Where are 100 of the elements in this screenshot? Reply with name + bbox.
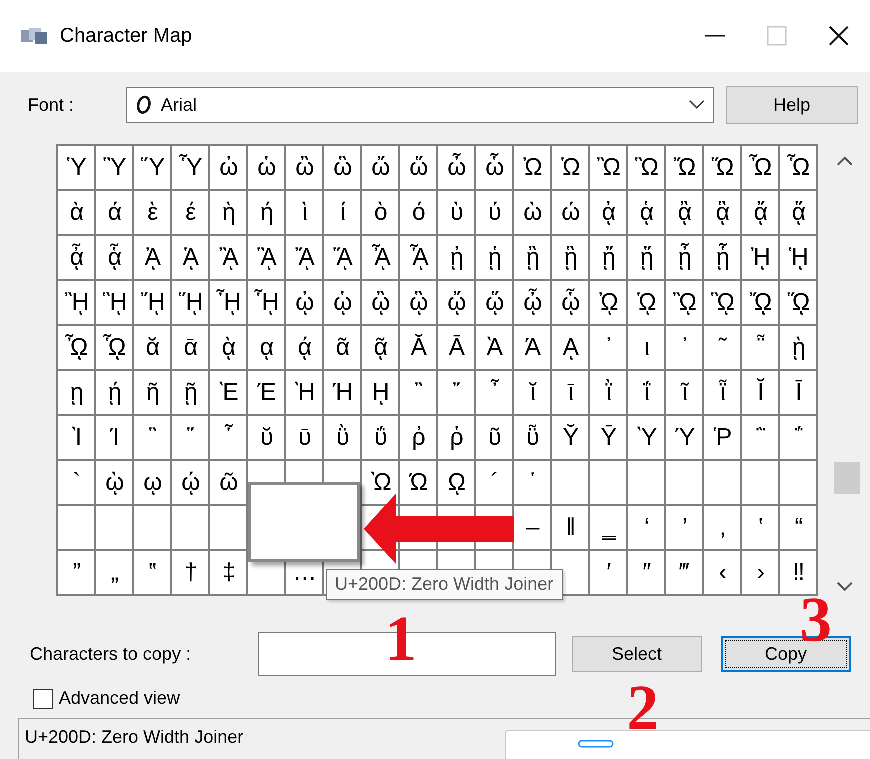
character-cell[interactable]: ᾩ	[628, 281, 666, 326]
character-cell[interactable]: ῆ	[134, 371, 172, 416]
character-cell[interactable]: Ὗ	[172, 146, 210, 191]
character-cell[interactable]: ῢ	[324, 416, 362, 461]
character-cell[interactable]: ῂ	[780, 326, 818, 371]
character-cell[interactable]: Ά	[514, 326, 552, 371]
character-cell[interactable]: Ὤ	[666, 146, 704, 191]
character-cell[interactable]: ”	[58, 551, 96, 596]
character-cell[interactable]: ᾷ	[362, 326, 400, 371]
character-cell[interactable]: Ῡ	[590, 416, 628, 461]
character-cell[interactable]: ῞	[172, 416, 210, 461]
character-cell[interactable]: Ὶ	[58, 416, 96, 461]
character-cell[interactable]: ὡ	[248, 146, 286, 191]
character-cell[interactable]: ‚	[704, 506, 742, 551]
character-cell[interactable]: ᾓ	[552, 236, 590, 281]
character-cell[interactable]: ᾴ	[286, 326, 324, 371]
character-cell[interactable]: ᾑ	[476, 236, 514, 281]
character-cell[interactable]: „	[96, 551, 134, 596]
character-cell[interactable]: ὸ	[362, 191, 400, 236]
character-cell[interactable]: ᾪ	[666, 281, 704, 326]
character-cell[interactable]: ᾢ	[362, 281, 400, 326]
character-cell[interactable]: ›	[742, 551, 780, 596]
character-cell[interactable]: Ῐ	[742, 371, 780, 416]
character-cell[interactable]: Ί	[96, 416, 134, 461]
character-cell[interactable]: ῭	[742, 416, 780, 461]
character-cell[interactable]: ῄ	[96, 371, 134, 416]
character-cell[interactable]: ᾍ	[324, 236, 362, 281]
character-cell[interactable]: ᾊ	[210, 236, 248, 281]
character-cell[interactable]: ῦ	[476, 416, 514, 461]
character-cell[interactable]: ᾁ	[628, 191, 666, 236]
character-cell[interactable]: ῖ	[666, 371, 704, 416]
character-cell[interactable]: ᾘ	[742, 236, 780, 281]
character-cell[interactable]: Έ	[248, 371, 286, 416]
character-cell[interactable]: ᾫ	[704, 281, 742, 326]
character-cell[interactable]: ᾮ	[58, 326, 96, 371]
character-cell[interactable]: ῐ	[514, 371, 552, 416]
character-cell[interactable]: ῼ	[438, 461, 476, 506]
character-cell[interactable]: ᾰ	[134, 326, 172, 371]
character-cell[interactable]: ᾐ	[438, 236, 476, 281]
character-cell[interactable]: ῥ	[438, 416, 476, 461]
character-cell[interactable]: ᾋ	[248, 236, 286, 281]
character-cell[interactable]: ώ	[552, 191, 590, 236]
character-cell[interactable]: Ή	[324, 371, 362, 416]
character-cell[interactable]: ᾇ	[96, 236, 134, 281]
character-cell[interactable]: ῧ	[514, 416, 552, 461]
character-cell[interactable]: Ᾰ	[400, 326, 438, 371]
character-cell[interactable]: Ὑ	[58, 146, 96, 191]
action-button[interactable]: Select	[572, 636, 702, 672]
character-cell[interactable]: ὢ	[286, 146, 324, 191]
character-cell[interactable]: ᾬ	[742, 281, 780, 326]
character-cell[interactable]: ὴ	[210, 191, 248, 236]
character-cell[interactable]: ᾥ	[476, 281, 514, 326]
character-cell[interactable]: ᾶ	[324, 326, 362, 371]
character-cell[interactable]: ᾌ	[286, 236, 324, 281]
character-cell[interactable]: ῳ	[134, 461, 172, 506]
character-cell[interactable]: ῀	[704, 326, 742, 371]
character-cell[interactable]: †	[172, 551, 210, 596]
character-cell[interactable]: Ὴ	[286, 371, 324, 416]
character-cell[interactable]: ᾤ	[438, 281, 476, 326]
character-cell[interactable]: ᾏ	[400, 236, 438, 281]
character-cell[interactable]: Ᾱ	[438, 326, 476, 371]
character-cell[interactable]: ῁	[742, 326, 780, 371]
character-cell[interactable]: ᾼ	[552, 326, 590, 371]
character-cell[interactable]: Ῠ	[552, 416, 590, 461]
character-cell[interactable]: “	[780, 506, 818, 551]
character-cell[interactable]: –	[514, 506, 552, 551]
character-cell[interactable]: ὼ	[514, 191, 552, 236]
character-cell[interactable]: Ὡ	[552, 146, 590, 191]
character-cell[interactable]: ᾙ	[780, 236, 818, 281]
character-cell[interactable]: ᾈ	[134, 236, 172, 281]
character-cell[interactable]: ᾕ	[628, 236, 666, 281]
character-cell[interactable]: ῠ	[248, 416, 286, 461]
character-cell[interactable]: ᾠ	[286, 281, 324, 326]
character-cell[interactable]: ι	[628, 326, 666, 371]
character-cell[interactable]: ΐ	[628, 371, 666, 416]
character-cell[interactable]: ᾅ	[780, 191, 818, 236]
character-cell[interactable]: ᾳ	[248, 326, 286, 371]
character-cell[interactable]: Ὕ	[134, 146, 172, 191]
character-cell[interactable]: ᾽	[590, 326, 628, 371]
character-cell[interactable]: ὠ	[210, 146, 248, 191]
character-cell[interactable]: ᾄ	[742, 191, 780, 236]
character-cell[interactable]: ‗	[590, 506, 628, 551]
character-cell[interactable]: έ	[172, 191, 210, 236]
character-cell[interactable]: Ύ	[666, 416, 704, 461]
character-cell[interactable]: ῴ	[172, 461, 210, 506]
character-cell[interactable]: ῇ	[172, 371, 210, 416]
character-cell[interactable]: Ὢ	[590, 146, 628, 191]
character-cell[interactable]: Ὰ	[476, 326, 514, 371]
character-cell[interactable]: ᾖ	[666, 236, 704, 281]
character-cell[interactable]: Ῥ	[704, 416, 742, 461]
character-cell[interactable]: ‖	[552, 506, 590, 551]
character-cell[interactable]: ‹	[704, 551, 742, 596]
character-cell[interactable]: Ὼ	[362, 461, 400, 506]
character-cell[interactable]: Ὠ	[514, 146, 552, 191]
character-cell[interactable]: ῍	[400, 371, 438, 416]
character-cell[interactable]: ὦ	[438, 146, 476, 191]
character-cell[interactable]: ὰ	[58, 191, 96, 236]
character-cell[interactable]: ὤ	[362, 146, 400, 191]
character-cell[interactable]: `	[58, 461, 96, 506]
character-cell[interactable]: ῎	[438, 371, 476, 416]
